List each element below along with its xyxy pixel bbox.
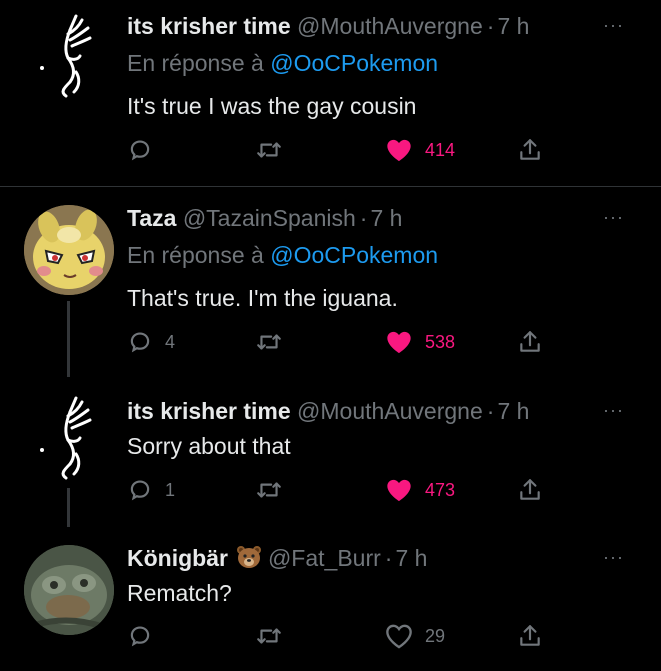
reply-icon [130,140,150,161]
hand-sketch-avatar-icon [40,14,92,98]
share-icon [520,479,540,500]
tweet[interactable]: its krisher time @MouthAuvergne · 7 h ··· … [0,377,661,527]
reply-button[interactable] [127,623,165,649]
tweet-text: That's true. I'm the iguana. [127,285,398,311]
tweet[interactable]: Taza @TazainSpanish · 7 h ··· En réponse à… [0,187,661,377]
action-bar: 1 473 [127,477,557,503]
reply-prefix: En réponse à [127,50,264,76]
reply-icon [130,626,150,647]
tweet-text: Rematch? [127,580,232,606]
reply-button[interactable]: 4 [127,329,175,355]
heart-outline-icon [386,624,412,649]
share-button[interactable] [517,137,543,163]
tweet[interactable]: Königbär @Fat_Burr · 7 h ··· Rematch? 29 [0,527,661,671]
thread-line [67,301,70,377]
timestamp[interactable]: 7 h [370,205,402,231]
tweet-header: its krisher time @MouthAuvergne · 7 h [127,397,529,425]
pokemon-face-avatar-icon [24,205,114,295]
toad-photo-avatar-icon [24,545,114,635]
timestamp[interactable]: 7 h [497,398,529,424]
reply-context: En réponse à @OoCPokemon [127,49,438,77]
share-icon [520,331,540,352]
like-count: 473 [425,479,456,500]
thread-line [67,488,70,527]
separator-dot: · [486,13,495,39]
timestamp[interactable]: 7 h [395,545,427,571]
heart-filled-icon [387,331,411,354]
author-handle[interactable]: @Fat_Burr [268,545,381,571]
retweet-button[interactable] [255,623,295,649]
share-button[interactable] [517,477,543,503]
author-name[interactable]: its krisher time [127,398,291,424]
reply-button[interactable]: 1 [127,477,175,503]
author-name[interactable]: its krisher time [127,13,291,39]
author-handle[interactable]: @MouthAuvergne [297,13,483,39]
separator-dot: · [359,205,368,231]
like-count: 538 [425,331,456,352]
reply-count: 4 [165,331,176,352]
share-icon [520,139,540,160]
author-name[interactable]: Taza [127,205,176,231]
more-options-icon[interactable]: ··· [603,16,624,34]
reply-count: 1 [165,479,176,500]
more-options-icon[interactable]: ··· [603,548,624,566]
tweet-header: its krisher time @MouthAuvergne · 7 h [127,12,529,40]
like-button[interactable]: 538 [385,329,455,355]
share-button[interactable] [517,329,543,355]
avatar[interactable] [24,10,114,100]
share-icon [520,625,540,646]
action-bar: 414 [127,137,557,163]
bear-face-emoji-icon [236,545,262,575]
avatar[interactable] [24,392,114,482]
author-handle[interactable]: @TazainSpanish [183,205,356,231]
action-bar: 29 [127,623,557,649]
reply-button[interactable] [127,137,165,163]
like-button[interactable]: 414 [385,137,455,163]
retweet-button[interactable] [255,329,295,355]
avatar[interactable] [24,545,114,635]
author-handle[interactable]: @MouthAuvergne [297,398,483,424]
retweet-icon [257,334,281,350]
like-button[interactable]: 29 [385,623,445,649]
avatar[interactable] [24,205,114,295]
retweet-icon [257,628,281,644]
separator-dot: · [486,398,495,424]
separator-dot: · [384,545,393,571]
reply-context: En réponse à @OoCPokemon [127,241,438,269]
tweet-header: Taza @TazainSpanish · 7 h [127,204,402,232]
reply-icon [130,480,150,501]
like-count: 414 [425,139,456,160]
reply-mention-link[interactable]: @OoCPokemon [270,50,438,76]
tweet-text: It's true I was the gay cousin [127,93,417,119]
retweet-button[interactable] [255,477,295,503]
heart-filled-icon [387,139,411,162]
tweet-header: Königbär @Fat_Burr · 7 h [127,544,427,572]
tweet[interactable]: its krisher time @MouthAuvergne · 7 h ··· … [0,0,661,186]
action-bar: 4 538 [127,329,557,355]
retweet-button[interactable] [255,137,295,163]
hand-sketch-avatar-icon [40,396,92,480]
reply-mention-link[interactable]: @OoCPokemon [270,242,438,268]
reply-prefix: En réponse à [127,242,264,268]
retweet-icon [257,142,281,158]
share-button[interactable] [517,623,543,649]
more-options-icon[interactable]: ··· [603,208,624,226]
author-name[interactable]: Königbär [127,545,228,571]
timestamp[interactable]: 7 h [497,13,529,39]
tweet-text: Sorry about that [127,433,291,459]
more-options-icon[interactable]: ··· [603,401,624,419]
like-count: 29 [425,625,446,646]
heart-filled-icon [387,479,411,502]
reply-icon [130,332,150,353]
like-button[interactable]: 473 [385,477,455,503]
retweet-icon [257,482,281,498]
